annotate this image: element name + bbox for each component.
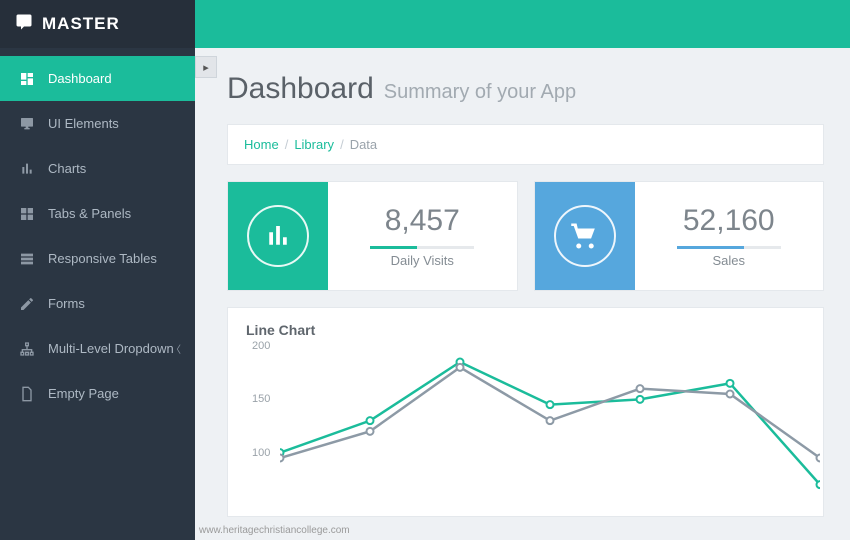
brand: MASTER — [0, 0, 195, 48]
data-point — [727, 380, 734, 387]
chart-area: 100150200 — [246, 346, 805, 506]
monitor-icon — [16, 116, 38, 132]
sidebar-item-label: Multi-Level Dropdown — [48, 341, 174, 356]
line-chart-card: Line Chart 100 150 200 — [227, 307, 824, 517]
topbar — [195, 0, 850, 48]
chat-icon — [14, 13, 42, 36]
data-point — [367, 428, 374, 435]
series-series-b — [280, 367, 820, 458]
main: ▸ Dashboard Summary of your App Home / Lib… — [195, 0, 850, 540]
sidebar-item-label: Tabs & Panels — [48, 206, 131, 221]
stat-label: Daily Visits — [328, 253, 517, 268]
table-icon — [16, 251, 38, 267]
dashboard-icon — [16, 71, 38, 87]
data-point — [637, 385, 644, 392]
sidebar-item-label: Responsive Tables — [48, 251, 157, 266]
data-point — [547, 417, 554, 424]
data-point — [547, 401, 554, 408]
panels-icon — [16, 206, 38, 222]
breadcrumb-data: Data — [350, 137, 377, 152]
sidebar-item-empty-page[interactable]: Empty Page — [0, 371, 195, 416]
data-point — [727, 391, 734, 398]
cart-icon — [554, 205, 616, 267]
stat-info: 52,160 Sales — [635, 204, 824, 268]
stats-row: 8,457 Daily Visits 52,160 Sales — [227, 181, 824, 291]
edit-icon — [16, 296, 38, 312]
sidebar-item-label: Empty Page — [48, 386, 119, 401]
barchart-icon — [16, 161, 38, 177]
sidebar: MASTER Dashboard UI Elements Charts Tabs & … — [0, 0, 195, 540]
chevron-left-icon: 〈 — [171, 341, 181, 356]
page-subtitle: Summary of your App — [384, 81, 576, 104]
stat-daily-visits: 8,457 Daily Visits — [227, 181, 518, 291]
y-tick: 100 — [252, 447, 270, 459]
sidebar-item-tabs-panels[interactable]: Tabs & Panels — [0, 191, 195, 236]
sidebar-toggle-button[interactable]: ▸ — [195, 56, 217, 78]
breadcrumb: Home / Library / Data — [227, 124, 824, 165]
chevron-right-icon: ▸ — [203, 61, 209, 74]
sidebar-item-label: UI Elements — [48, 116, 119, 131]
stat-value: 52,160 — [635, 204, 824, 238]
chart-title: Line Chart — [246, 322, 805, 338]
barchart-icon — [247, 205, 309, 267]
sidebar-item-label: Forms — [48, 296, 85, 311]
stat-progress — [677, 246, 781, 249]
breadcrumb-sep: / — [340, 137, 344, 152]
y-tick: 150 — [252, 393, 270, 405]
nav-list: Dashboard UI Elements Charts Tabs & Panels R… — [0, 56, 195, 416]
breadcrumb-library[interactable]: Library — [294, 137, 334, 152]
data-point — [280, 455, 284, 462]
brand-text: MASTER — [42, 14, 120, 34]
sitemap-icon — [16, 341, 38, 357]
sidebar-item-charts[interactable]: Charts — [0, 146, 195, 191]
sidebar-item-ui-elements[interactable]: UI Elements — [0, 101, 195, 146]
sidebar-item-responsive-tables[interactable]: Responsive Tables — [0, 236, 195, 281]
stat-label: Sales — [635, 253, 824, 268]
stat-badge — [228, 182, 328, 290]
sidebar-item-multi-level-dropdown[interactable]: Multi-Level Dropdown〈 — [0, 326, 195, 371]
data-point — [817, 481, 821, 488]
stat-info: 8,457 Daily Visits — [328, 204, 517, 268]
breadcrumb-sep: / — [285, 137, 289, 152]
line-chart — [280, 346, 820, 506]
data-point — [457, 364, 464, 371]
sidebar-item-label: Dashboard — [48, 71, 112, 86]
data-point — [817, 455, 821, 462]
stat-progress — [370, 246, 474, 249]
sidebar-item-dashboard[interactable]: Dashboard — [0, 56, 195, 101]
sidebar-item-forms[interactable]: Forms — [0, 281, 195, 326]
page-title: Dashboard Summary of your App — [227, 72, 824, 106]
y-tick: 200 — [252, 340, 270, 352]
file-icon — [16, 386, 38, 402]
data-point — [637, 396, 644, 403]
stat-value: 8,457 — [328, 204, 517, 238]
data-point — [367, 417, 374, 424]
stat-sales: 52,160 Sales — [534, 181, 825, 291]
sidebar-item-label: Charts — [48, 161, 86, 176]
watermark: www.heritagechristiancollege.com — [199, 525, 350, 536]
page-title-text: Dashboard — [227, 72, 374, 106]
content: Dashboard Summary of your App Home / Libra… — [195, 48, 850, 540]
stat-badge — [535, 182, 635, 290]
breadcrumb-home[interactable]: Home — [244, 137, 279, 152]
